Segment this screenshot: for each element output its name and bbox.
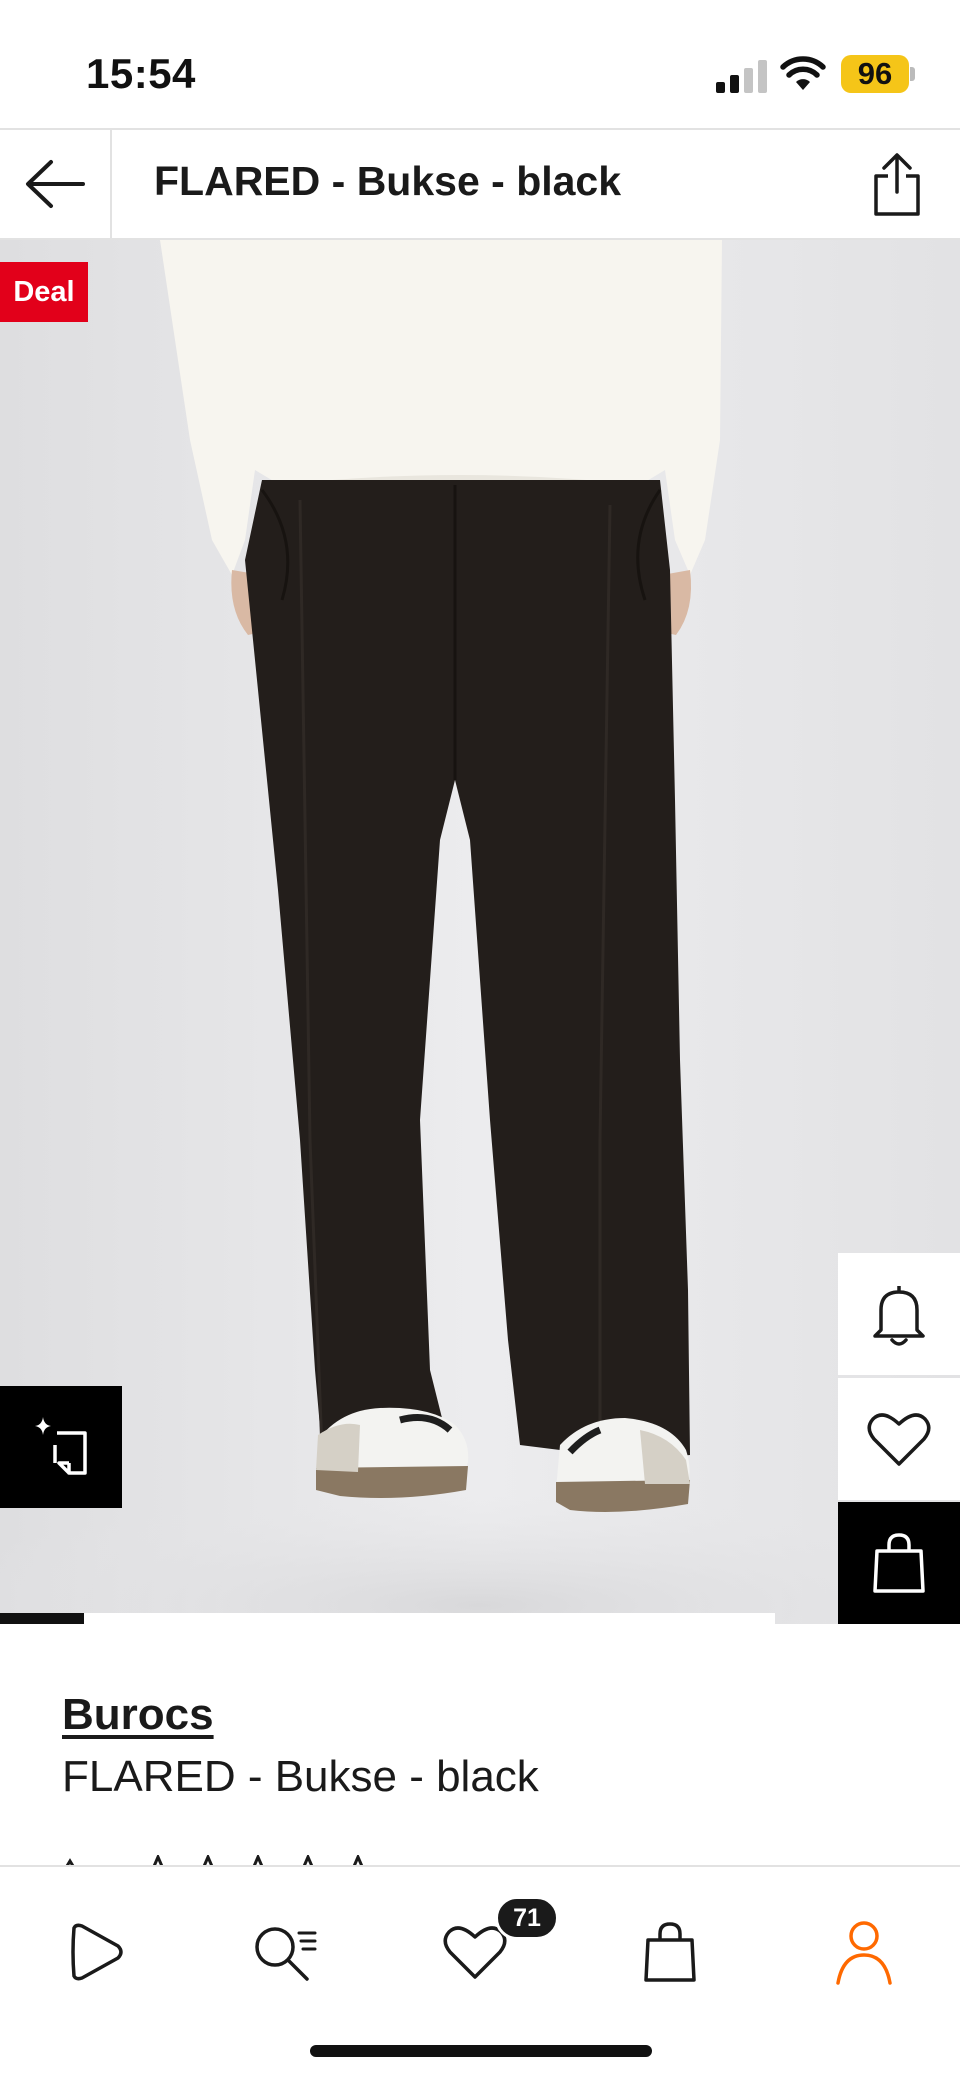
- product-image[interactable]: [0, 240, 960, 1624]
- heart-icon: [867, 1413, 931, 1466]
- sparkle-frame-icon: [35, 1417, 87, 1475]
- image-progress-track: [0, 1613, 775, 1624]
- nav-profile[interactable]: [809, 1897, 919, 2007]
- arrow-left-icon: [26, 160, 85, 208]
- share-icon: [874, 153, 920, 216]
- battery-level: 96: [841, 55, 909, 93]
- top-header: FLARED - Bukse - black: [0, 128, 960, 240]
- page-title: FLARED - Bukse - black: [154, 158, 622, 204]
- wishlist-button[interactable]: [838, 1378, 960, 1500]
- wishlist-count-badge: 71: [495, 1896, 559, 1940]
- brand-link[interactable]: Burocs: [62, 1690, 214, 1740]
- nav-discover[interactable]: [40, 1897, 150, 2007]
- back-button[interactable]: [0, 130, 110, 238]
- product-name: FLARED - Bukse - black: [62, 1752, 539, 1801]
- nav-search[interactable]: [231, 1897, 341, 2007]
- status-time: 15:54: [86, 50, 196, 97]
- header-divider: [110, 130, 112, 238]
- share-button[interactable]: [852, 140, 942, 230]
- nav-bag[interactable]: [615, 1897, 725, 2007]
- notify-button[interactable]: [838, 1253, 960, 1375]
- person-icon: [836, 1921, 892, 1985]
- status-bar: 15:54 96: [0, 0, 960, 128]
- heart-icon: [443, 1926, 507, 1979]
- bag-icon: [873, 1533, 925, 1593]
- product-photo: [0, 240, 960, 1624]
- play-icon: [71, 1923, 123, 1981]
- bell-icon: [873, 1286, 925, 1346]
- battery-cap: [910, 67, 915, 81]
- compare-button[interactable]: [0, 1386, 122, 1508]
- add-to-bag-button[interactable]: [838, 1502, 960, 1624]
- wifi-icon: [780, 56, 826, 90]
- cellular-signal-icon: [716, 60, 767, 93]
- home-indicator: [310, 2045, 652, 2057]
- deal-badge: Deal: [0, 262, 88, 322]
- image-progress-fill: [0, 1613, 84, 1624]
- bag-icon: [644, 1922, 696, 1982]
- search-list-icon: [255, 1927, 317, 1981]
